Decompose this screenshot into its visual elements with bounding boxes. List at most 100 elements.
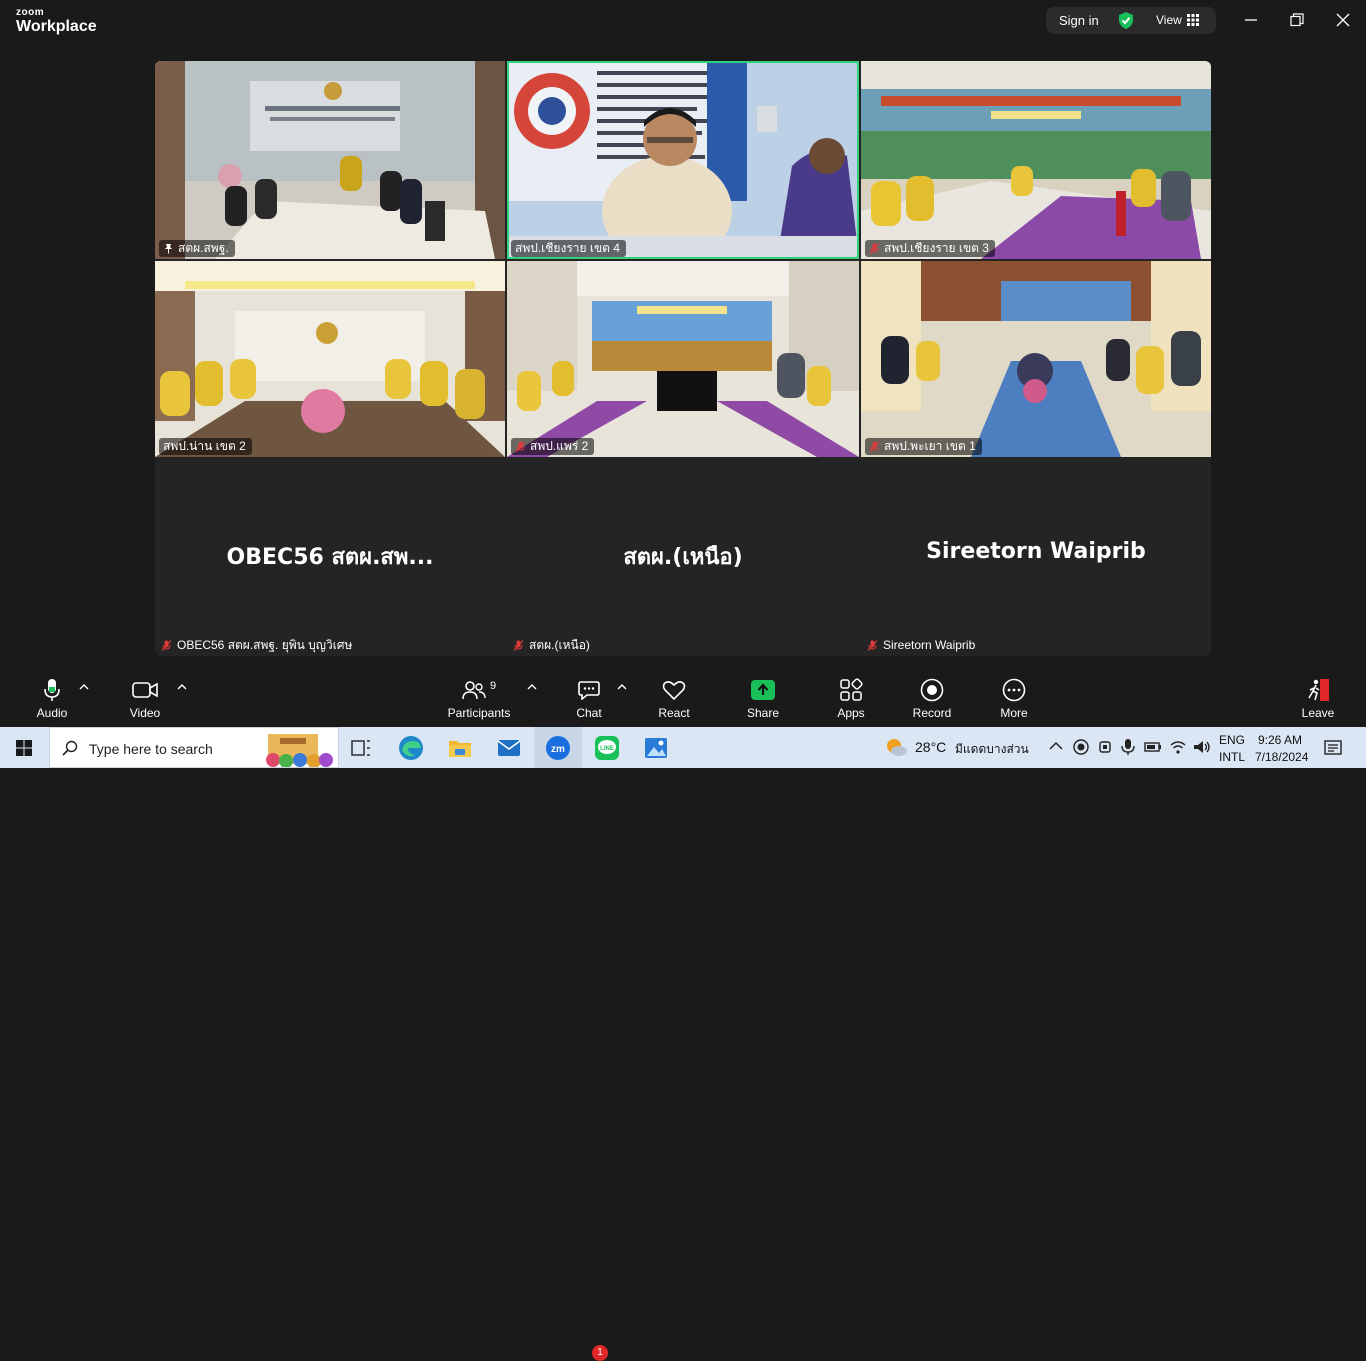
apps-button[interactable]: Apps xyxy=(834,677,868,720)
mail-icon[interactable] xyxy=(496,735,522,761)
participant-name: Sireetorn Waiprib xyxy=(883,638,976,652)
file-explorer-icon[interactable] xyxy=(447,735,473,761)
chat-button[interactable]: Chat xyxy=(570,677,608,720)
video-frame xyxy=(507,261,859,457)
windows-start-icon[interactable] xyxy=(16,740,32,756)
muted-mic-icon xyxy=(161,639,172,651)
pin-icon xyxy=(165,244,172,254)
svg-text:LINE: LINE xyxy=(600,746,614,752)
clock-time[interactable]: 9:26 AM xyxy=(1258,733,1302,747)
participant-name-tag: สพป.เชียงราย เขต 4 xyxy=(511,240,626,257)
participant-name-tag: สพป.เชียงราย เขต 3 xyxy=(865,240,995,257)
video-frame xyxy=(155,61,505,259)
search-placeholder: Type here to search xyxy=(89,741,213,757)
participants-button[interactable]: 9 Participants xyxy=(444,677,514,720)
chat-label: Chat xyxy=(576,706,602,720)
participant-name-tag: สพป.พะเยา เขต 1 xyxy=(865,438,982,455)
participant-name: สพป.พะเยา เขต 1 xyxy=(884,439,976,453)
react-button[interactable]: React xyxy=(654,677,694,720)
participant-display-name: Sireetorn Waiprib xyxy=(926,539,1146,564)
participant-display-name: OBEC56 สตผ.สพ... xyxy=(226,545,434,570)
camera-off-tile[interactable]: OBEC56 สตผ.สพ... OBEC56 สตผ.สพฐ. ยุพิน บ… xyxy=(155,459,505,656)
more-icon xyxy=(1002,678,1026,702)
share-label: Share xyxy=(746,706,780,720)
chat-icon xyxy=(578,681,600,700)
audio-button[interactable]: Audio xyxy=(30,677,74,720)
video-tile[interactable]: สพป.น่าน เขต 2 xyxy=(155,261,505,457)
muted-mic-icon xyxy=(869,243,880,254)
video-frame xyxy=(861,261,1211,457)
video-tile[interactable]: สพป.พะเยา เขต 1 xyxy=(861,261,1211,457)
notification-center-icon[interactable] xyxy=(1324,739,1342,757)
network-device-icon[interactable] xyxy=(1097,739,1113,755)
zoom-app-icon[interactable]: zm xyxy=(545,735,571,761)
clock-date[interactable]: 7/18/2024 xyxy=(1255,750,1308,764)
video-tile-active-speaker[interactable]: สพป.เชียงราย เขต 4 xyxy=(507,61,859,259)
record-button[interactable]: Record xyxy=(910,677,954,720)
grid-view-icon[interactable] xyxy=(1187,14,1199,26)
participant-name-tag: สพป.แพร่ 2 xyxy=(511,438,595,455)
wifi-icon[interactable] xyxy=(1169,739,1187,755)
participant-name-tag: สพป.น่าน เขต 2 xyxy=(159,438,252,455)
battery-icon[interactable] xyxy=(1144,739,1162,755)
video-tile[interactable]: สตผ.สพฐ. xyxy=(155,61,505,259)
weather-icon[interactable] xyxy=(884,736,908,758)
weather-description[interactable]: มีแดดบางส่วน xyxy=(955,740,1029,759)
apps-icon xyxy=(840,678,863,701)
microphone-tray-icon[interactable] xyxy=(1121,738,1135,756)
participants-options-chevron-icon[interactable] xyxy=(527,683,537,691)
video-camera-icon xyxy=(132,682,158,698)
search-highlight-image-icon xyxy=(266,734,333,767)
participant-name-tag: สตผ.(เหนือ) xyxy=(513,636,590,654)
video-frame xyxy=(861,61,1211,259)
language-indicator[interactable]: ENG xyxy=(1219,733,1245,747)
participant-name-tag: Sireetorn Waiprib xyxy=(867,636,975,654)
sign-in-button[interactable]: Sign in xyxy=(1059,13,1099,28)
video-options-chevron-icon[interactable] xyxy=(177,683,187,691)
participants-label: Participants xyxy=(447,706,511,720)
tray-chevron-up-icon[interactable] xyxy=(1049,741,1063,751)
muted-mic-icon xyxy=(869,441,880,452)
task-view-icon[interactable] xyxy=(348,735,374,761)
meeting-toolbar: Audio Video 9 Participants Chat 1 React … xyxy=(0,669,1366,1361)
more-label: More xyxy=(1000,706,1028,720)
leave-label: Leave xyxy=(1301,706,1335,720)
edge-browser-icon[interactable] xyxy=(398,735,424,761)
leave-button[interactable]: Leave xyxy=(1300,677,1336,720)
line-app-icon[interactable]: LINE xyxy=(594,735,620,761)
record-tray-icon[interactable] xyxy=(1073,739,1089,755)
muted-mic-icon xyxy=(867,639,878,651)
muted-mic-icon xyxy=(515,441,526,452)
volume-icon[interactable] xyxy=(1193,739,1211,755)
muted-mic-icon xyxy=(513,639,524,651)
restore-icon[interactable] xyxy=(1289,12,1305,28)
video-tile[interactable]: สพป.เชียงราย เขต 3 xyxy=(861,61,1211,259)
audio-options-chevron-icon[interactable] xyxy=(79,683,89,691)
chat-options-chevron-icon[interactable] xyxy=(617,683,627,691)
react-label: React xyxy=(658,706,690,720)
record-label: Record xyxy=(912,706,952,720)
video-frame xyxy=(155,261,505,457)
security-shield-icon[interactable] xyxy=(1117,11,1135,30)
minimize-icon[interactable] xyxy=(1243,12,1259,28)
taskbar-search-input[interactable]: Type here to search xyxy=(49,727,339,768)
view-button[interactable]: View xyxy=(1156,13,1182,27)
camera-off-tile[interactable]: สตผ.(เหนือ) สตผ.(เหนือ) xyxy=(507,459,859,656)
more-button[interactable]: More xyxy=(996,677,1032,720)
photos-app-icon[interactable] xyxy=(643,735,669,761)
share-button[interactable]: Share xyxy=(744,677,782,720)
chat-unread-badge: 1 xyxy=(592,1345,608,1361)
video-gallery: สตผ.สพฐ. สพป.เชียงราย เขต 4 สพป.เชียงราย… xyxy=(155,61,1211,656)
participant-name: สพป.เชียงราย เขต 3 xyxy=(884,241,989,255)
audio-label: Audio xyxy=(36,706,68,720)
close-icon[interactable] xyxy=(1335,12,1351,28)
search-icon xyxy=(62,740,78,756)
camera-off-tile[interactable]: Sireetorn Waiprib Sireetorn Waiprib xyxy=(861,459,1211,656)
video-button[interactable]: Video xyxy=(122,677,168,720)
share-screen-icon xyxy=(751,680,775,700)
brand-large: Workplace xyxy=(16,18,97,35)
keyboard-layout-indicator[interactable]: INTL xyxy=(1219,750,1245,764)
video-tile[interactable]: สพป.แพร่ 2 xyxy=(507,261,859,457)
weather-temperature[interactable]: 28°C xyxy=(915,739,946,755)
participants-count: 9 xyxy=(489,680,497,692)
